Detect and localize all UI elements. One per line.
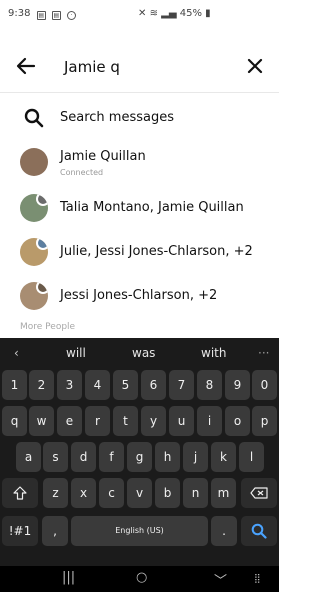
result-label: Jessi Jones-Chlarson, +2	[60, 288, 218, 303]
suggestion[interactable]: will	[66, 346, 86, 360]
enter-search-key[interactable]	[241, 516, 277, 546]
battery-icon: ▮	[205, 8, 211, 19]
group-avatar	[20, 194, 48, 222]
result-row-jamie[interactable]: Jamie Quillan Connected	[0, 140, 279, 184]
key[interactable]: c	[99, 478, 124, 508]
result-row-julie[interactable]: Julie, Jessi Jones-Chlarson, +2	[0, 228, 279, 272]
key[interactable]: o	[225, 406, 250, 436]
arrow-left-icon[interactable]	[14, 54, 38, 78]
letter-row-3: z x c v b n m	[0, 478, 279, 512]
notification-icon: ▤	[36, 11, 46, 20]
key[interactable]: f	[99, 442, 124, 472]
search-messages-row[interactable]: Search messages	[0, 96, 279, 140]
search-input[interactable]: Jamie q	[64, 58, 120, 76]
key[interactable]: 8	[197, 370, 222, 400]
result-row-jessi[interactable]: Jessi Jones-Chlarson, +2	[0, 272, 279, 316]
more-people-heading: More People	[20, 322, 76, 332]
key[interactable]: t	[113, 406, 138, 436]
key[interactable]: r	[85, 406, 110, 436]
result-label: Julie, Jessi Jones-Chlarson, +2	[60, 244, 253, 259]
bottom-row: !#1 , English (US) .	[0, 516, 279, 550]
key[interactable]: 0	[252, 370, 277, 400]
notification-icon: ·	[67, 11, 77, 20]
keyboard-icon[interactable]: ⣿	[254, 574, 261, 584]
recents-icon[interactable]: |||	[62, 570, 75, 585]
connection-status: Connected	[60, 168, 104, 177]
signal-icon: ▂▄	[161, 8, 177, 19]
key[interactable]: e	[57, 406, 82, 436]
status-time: 9:38 ▤ ▤ ·	[8, 8, 77, 20]
chevron-down-icon[interactable]: ﹀	[214, 570, 227, 589]
key[interactable]: h	[155, 442, 180, 472]
key[interactable]: y	[141, 406, 166, 436]
period-key[interactable]: .	[211, 516, 237, 546]
key[interactable]: i	[197, 406, 222, 436]
shift-key[interactable]	[2, 478, 38, 508]
suggestion[interactable]: with	[201, 346, 226, 360]
status-bar: 9:38 ▤ ▤ · ✕ ≋ ▂▄ 45% ▮	[0, 0, 279, 28]
result-row-talia[interactable]: Talia Montano, Jamie Quillan	[0, 184, 279, 228]
header-divider	[0, 92, 279, 93]
key[interactable]: 2	[29, 370, 54, 400]
key[interactable]: 9	[225, 370, 250, 400]
group-avatar	[20, 282, 48, 310]
backspace-key[interactable]	[241, 478, 277, 508]
key[interactable]: z	[43, 478, 68, 508]
key[interactable]: k	[211, 442, 236, 472]
key[interactable]: 4	[85, 370, 110, 400]
letter-row-2: a s d f g h j k l	[0, 442, 279, 476]
key[interactable]: s	[43, 442, 68, 472]
keyboard: ‹ will was with ··· 1 2 3 4 5 6 7 8 9 0 …	[0, 338, 279, 592]
search-icon	[251, 523, 267, 539]
key[interactable]: u	[169, 406, 194, 436]
chevron-left-icon[interactable]: ‹	[14, 346, 19, 360]
key[interactable]: a	[16, 442, 41, 472]
home-icon[interactable]: ○	[136, 570, 147, 585]
key[interactable]: x	[71, 478, 96, 508]
close-icon[interactable]	[245, 56, 265, 76]
letter-row-1: q w e r t y u i o p	[0, 406, 279, 440]
shift-icon	[13, 486, 27, 500]
key[interactable]: l	[239, 442, 264, 472]
key[interactable]: q	[2, 406, 27, 436]
key[interactable]: j	[183, 442, 208, 472]
key[interactable]: b	[155, 478, 180, 508]
battery-percent: 45%	[179, 8, 202, 19]
key[interactable]: 7	[169, 370, 194, 400]
result-label: Search messages	[60, 110, 174, 125]
space-key[interactable]: English (US)	[71, 516, 208, 546]
key[interactable]: 6	[141, 370, 166, 400]
number-row: 1 2 3 4 5 6 7 8 9 0	[0, 370, 279, 404]
mute-icon: ✕	[138, 8, 147, 19]
search-icon	[24, 108, 44, 128]
backspace-icon	[250, 487, 268, 499]
group-avatar	[20, 238, 48, 266]
clock-text: 9:38	[8, 8, 31, 19]
symbols-key[interactable]: !#1	[2, 516, 38, 546]
suggestion[interactable]: was	[132, 346, 155, 360]
key[interactable]: 3	[57, 370, 82, 400]
key[interactable]: g	[127, 442, 152, 472]
key[interactable]: v	[127, 478, 152, 508]
system-nav-bar: ||| ○ ﹀ ⣿	[0, 566, 279, 592]
suggestion-bar: ‹ will was with ···	[0, 338, 279, 368]
result-label: Jamie Quillan	[60, 149, 146, 164]
key[interactable]: d	[71, 442, 96, 472]
wifi-icon: ≋	[149, 8, 158, 19]
comma-key[interactable]: ,	[42, 516, 68, 546]
key[interactable]: 1	[2, 370, 27, 400]
key[interactable]: m	[211, 478, 236, 508]
avatar	[20, 148, 48, 176]
key[interactable]: 5	[113, 370, 138, 400]
search-header: Jamie q	[0, 44, 279, 92]
notification-icon: ▤	[51, 11, 61, 20]
more-options-icon[interactable]: ···	[258, 346, 269, 360]
key[interactable]: w	[29, 406, 54, 436]
result-label: Talia Montano, Jamie Quillan	[60, 200, 244, 215]
status-indicators: ✕ ≋ ▂▄ 45% ▮	[138, 8, 211, 19]
key[interactable]: n	[183, 478, 208, 508]
key[interactable]: p	[252, 406, 277, 436]
